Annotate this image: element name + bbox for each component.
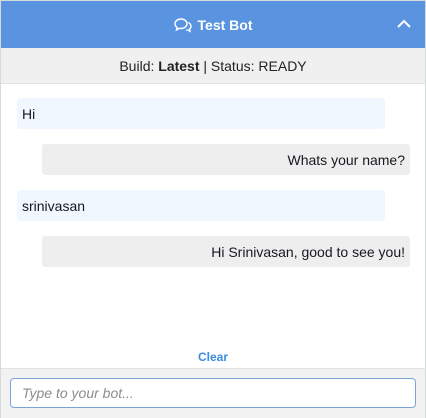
page-title: Test Bot	[197, 16, 253, 33]
status-separator: |	[203, 57, 208, 74]
chevron-up-icon	[397, 19, 411, 28]
message-text: Whats your name?	[287, 151, 406, 168]
message-text: Hi	[22, 105, 36, 122]
header-title-group: Test Bot	[1, 1, 425, 48]
message-input[interactable]	[10, 378, 416, 408]
message-text: Hi Srinivasan, good to see you!	[211, 243, 405, 260]
build-value: Latest	[158, 57, 200, 74]
chat-header: Test Bot	[1, 1, 425, 48]
test-bot-panel: Test Bot Build: Latest | Status: READY H…	[0, 0, 426, 418]
message-text: srinivasan	[22, 197, 86, 214]
bot-message: Whats your name?	[42, 144, 410, 175]
status-label: Status:	[210, 57, 255, 74]
collapse-button[interactable]	[395, 15, 413, 33]
build-label: Build:	[119, 57, 155, 74]
status-bar: Build: Latest | Status: READY	[1, 48, 425, 84]
user-message: srinivasan	[17, 190, 385, 221]
user-message: Hi	[17, 98, 385, 129]
chat-bubbles-icon	[173, 17, 192, 33]
input-footer	[1, 368, 425, 418]
bot-message: Hi Srinivasan, good to see you!	[42, 236, 410, 267]
status-value: READY	[258, 57, 307, 74]
clear-button[interactable]: Clear	[1, 350, 425, 364]
